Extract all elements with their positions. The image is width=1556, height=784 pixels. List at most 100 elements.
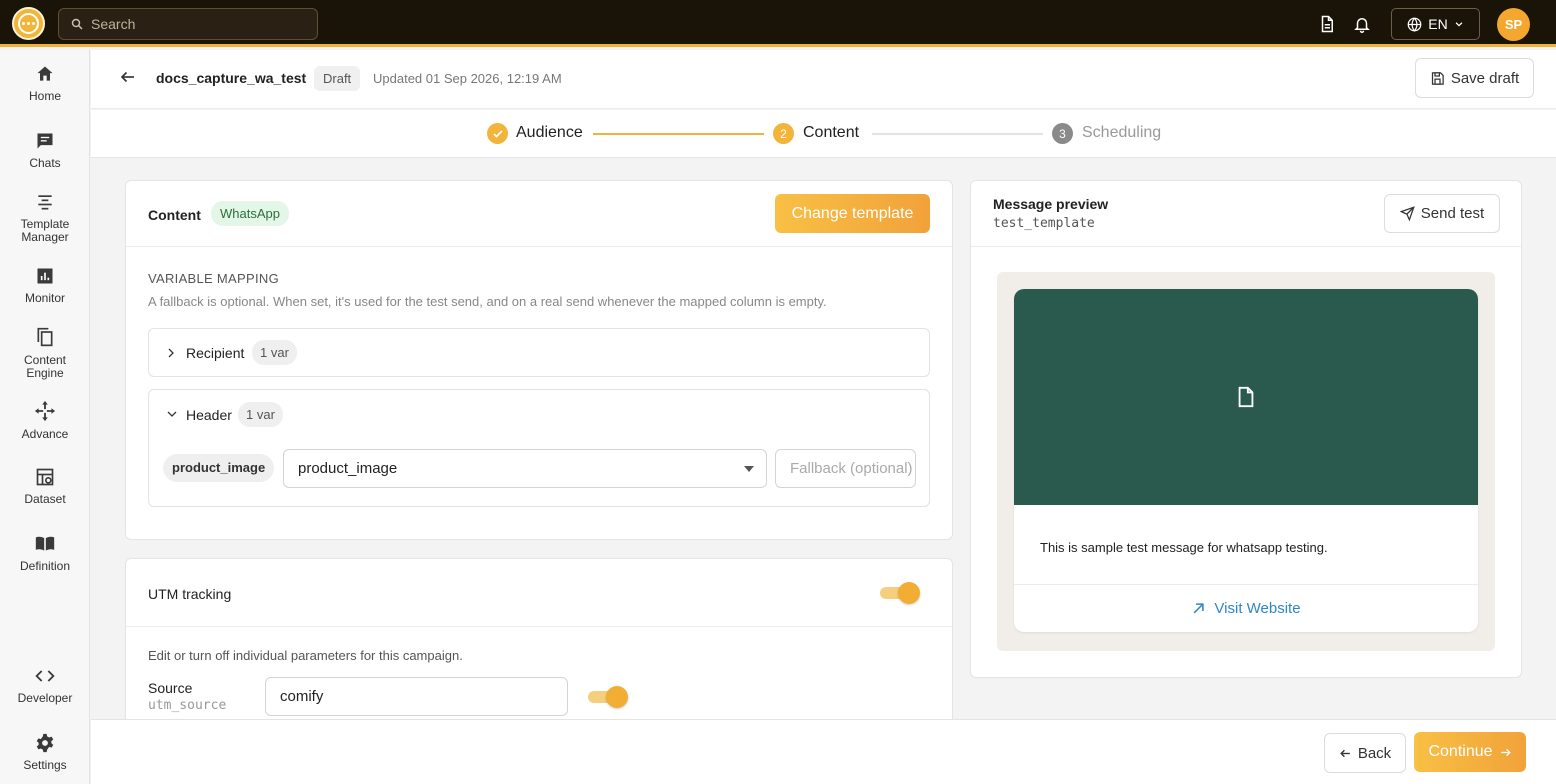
step-audience[interactable]: Audience: [516, 124, 583, 142]
sidebar-item-dataset[interactable]: Dataset: [0, 467, 90, 506]
variable-chip: product_image: [163, 454, 275, 482]
app-logo[interactable]: [12, 7, 45, 40]
column-select[interactable]: product_image: [283, 449, 767, 488]
code-icon: [35, 670, 55, 682]
utm-help: Edit or turn off individual parameters f…: [148, 648, 463, 663]
language-selector[interactable]: EN: [1391, 8, 1480, 40]
external-link-icon: [1193, 603, 1205, 614]
arrow-left-icon: [1340, 749, 1350, 757]
var-count-badge: 1 var: [238, 402, 283, 427]
arrow-right-icon: [1500, 748, 1511, 756]
monitor-chart-icon: [37, 268, 53, 284]
template-name: test_template: [993, 216, 1095, 231]
sidebar-item-template-manager[interactable]: Template Manager: [0, 192, 90, 244]
sidebar-item-definition[interactable]: Definition: [0, 534, 90, 573]
progress-stepper: Audience 2 Content 3 Scheduling: [91, 110, 1556, 158]
variable-mapping-title: VARIABLE MAPPING: [148, 271, 279, 286]
document-icon[interactable]: [1316, 13, 1338, 35]
sidebar-item-label: Chats: [29, 156, 61, 170]
utm-source-input[interactable]: [265, 677, 568, 716]
sidebar-item-label: Definition: [19, 559, 71, 573]
chevron-down-icon: [1455, 22, 1463, 27]
save-draft-button[interactable]: Save draft: [1415, 58, 1534, 98]
sidebar-item-settings[interactable]: Settings: [0, 733, 90, 772]
step-content[interactable]: Content: [803, 124, 859, 142]
wizard-footer: Back Continue: [91, 719, 1556, 784]
search-input[interactable]: [91, 16, 291, 32]
campaign-name: docs_capture_wa_test: [156, 70, 307, 86]
sidebar-item-label: Content Engine: [23, 353, 67, 380]
sidebar-item-developer[interactable]: Developer: [0, 666, 90, 705]
sidebar-item-monitor[interactable]: Monitor: [0, 266, 90, 305]
sidebar-item-label: Developer: [17, 691, 73, 705]
sidebar-item-chats[interactable]: Chats: [0, 131, 90, 170]
search-icon: [71, 18, 83, 30]
sidebar-item-label: Advance: [21, 427, 69, 441]
file-icon: [1238, 386, 1254, 408]
media-placeholder: [1014, 289, 1478, 505]
sidebar-item-content-engine[interactable]: Content Engine: [0, 326, 90, 380]
send-icon: [1399, 206, 1415, 221]
back-label: Back: [1357, 744, 1392, 762]
cta-label: Visit Website: [1214, 600, 1301, 617]
change-template-button[interactable]: Change template: [775, 194, 930, 233]
divider: [126, 626, 952, 627]
preview-card: Message preview test_template Send test …: [970, 180, 1522, 678]
bell-icon[interactable]: [1351, 13, 1373, 35]
book-icon: [35, 536, 55, 551]
utm-source-toggle[interactable]: [588, 686, 628, 708]
utm-toggle[interactable]: [880, 582, 920, 604]
step-connector-done: [593, 133, 764, 135]
preview-title: Message preview: [993, 196, 1109, 212]
select-value: product_image: [298, 460, 398, 477]
sidebar-item-advance[interactable]: Advance: [0, 400, 90, 441]
send-test-button[interactable]: Send test: [1384, 194, 1500, 233]
accordion-title: Recipient: [186, 345, 245, 361]
content-card: Content WhatsApp Change template VARIABL…: [125, 180, 953, 540]
message-bubble: This is sample test message for whatsapp…: [1014, 289, 1478, 632]
top-bar: EN SP: [0, 0, 1556, 47]
search-box[interactable]: [58, 8, 318, 40]
save-draft-label: Save draft: [1450, 69, 1520, 87]
sidebar-item-label: Monitor: [24, 291, 65, 305]
back-button[interactable]: Back: [1324, 733, 1406, 773]
chevron-down-icon[interactable]: [165, 408, 179, 420]
visit-website-button[interactable]: Visit Website: [1014, 585, 1478, 632]
utm-title: UTM tracking: [148, 586, 232, 602]
step-audience-check-icon: [487, 123, 508, 144]
param-key: utm_source: [148, 698, 227, 713]
status-badge: Draft: [314, 66, 361, 91]
sidebar: Home Chats Template Manager Monitor Cont…: [0, 50, 90, 784]
sidebar-item-label: Home: [28, 89, 61, 103]
language-label: EN: [1428, 16, 1448, 32]
sidebar-item-label: Settings: [23, 758, 67, 772]
sidebar-item-label: Template Manager: [20, 217, 70, 244]
continue-label: Continue: [1428, 743, 1493, 760]
dataset-icon: [36, 468, 54, 486]
var-count-badge: 1 var: [252, 340, 297, 365]
chevron-right-icon: [168, 348, 174, 358]
template-icon: [38, 195, 52, 210]
fallback-input[interactable]: [775, 449, 916, 488]
step-number-content: 2: [773, 123, 794, 144]
updated-timestamp: Updated 01 Sep 2026, 12:19 AM: [373, 71, 562, 86]
step-scheduling[interactable]: Scheduling: [1082, 124, 1161, 142]
sidebar-item-home[interactable]: Home: [0, 64, 90, 103]
move-icon: [34, 400, 56, 422]
campaign-header: docs_capture_wa_test Draft Updated 01 Se…: [91, 50, 1556, 109]
content-title: Content: [148, 207, 201, 223]
accordion-header: Header 1 var product_image product_image: [148, 389, 930, 507]
avatar[interactable]: SP: [1497, 8, 1530, 41]
divider: [126, 246, 952, 247]
toggle-knob: [898, 582, 920, 604]
channel-badge: WhatsApp: [211, 201, 289, 226]
continue-button[interactable]: Continue: [1414, 732, 1526, 772]
accordion-recipient[interactable]: Recipient 1 var: [148, 328, 930, 377]
sidebar-item-label: Dataset: [24, 492, 66, 506]
save-icon: [1431, 71, 1444, 85]
accordion-title[interactable]: Header: [186, 407, 232, 423]
back-arrow-icon[interactable]: [119, 68, 137, 91]
utm-card: UTM tracking Edit or turn off individual…: [125, 558, 953, 738]
param-label: Source: [148, 680, 193, 696]
send-test-label: Send test: [1420, 205, 1485, 222]
